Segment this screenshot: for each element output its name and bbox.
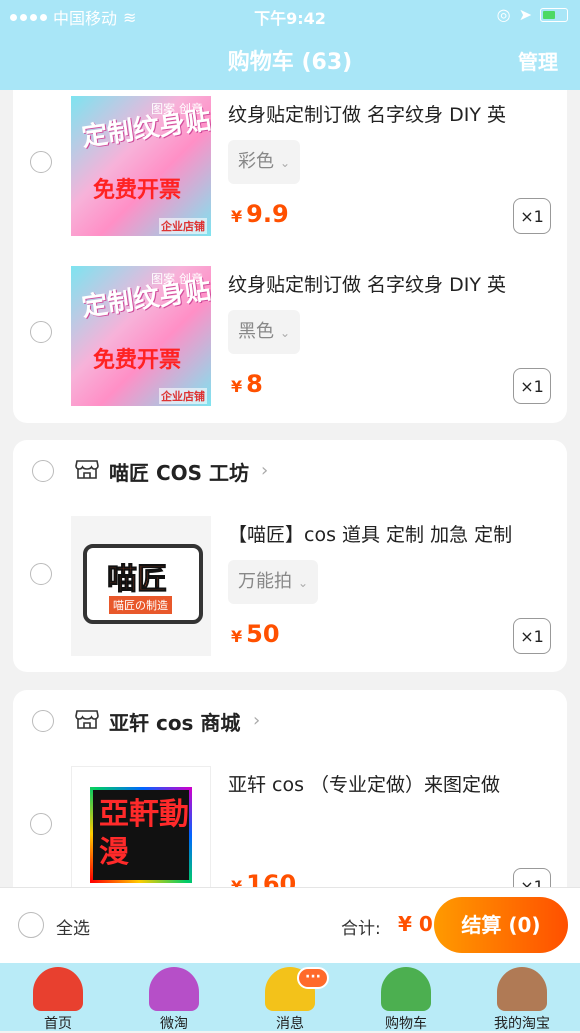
store-name[interactable]: 喵匠 COS 工坊 — [109, 457, 249, 486]
quantity-button[interactable]: ×1 — [513, 368, 551, 404]
select-all-checkbox[interactable] — [18, 912, 44, 938]
weitao-icon — [149, 967, 199, 1011]
store-icon — [75, 710, 99, 729]
quantity-button[interactable]: ×1 — [513, 868, 551, 887]
home-icon — [33, 967, 83, 1011]
product-title[interactable]: 【喵匠】cos 道具 定制 加急 定制 — [228, 520, 558, 547]
chevron-down-icon: ⌄ — [280, 156, 291, 170]
checkout-button[interactable]: 结算 (0) — [434, 897, 568, 953]
item-checkbox[interactable] — [30, 563, 52, 585]
chevron-right-icon: › — [253, 710, 261, 731]
price: ¥160 — [231, 870, 297, 887]
chevron-right-icon: › — [261, 460, 269, 481]
product-image[interactable]: 图案 创意 定制纹身贴 免费开票 企业店铺 — [71, 96, 211, 236]
sku-selector[interactable]: 彩色 ⌄ — [228, 140, 301, 184]
cart-item[interactable]: 图案 创意 定制纹身贴 免费开票 企业店铺 纹身贴定制订做 名字纹身 DIY 英… — [13, 266, 567, 416]
store-header[interactable]: 亚轩 cos 商城 › — [13, 690, 567, 750]
item-checkbox[interactable] — [30, 813, 52, 835]
status-time: 下午9:42 — [254, 9, 326, 28]
store-card: 图案 创意 定制纹身贴 免费开票 企业店铺 纹身贴定制订做 名字纹身 DIY 英… — [13, 90, 567, 423]
checkout-bar: 全选 合计: ¥ 0 结算 (0) — [0, 887, 580, 963]
store-card: 喵匠 COS 工坊 › 喵匠 喵匠の制造 【喵匠】cos 道具 定制 加急 定制… — [13, 440, 567, 672]
chevron-down-icon: ⌄ — [280, 326, 291, 340]
store-checkbox[interactable] — [32, 460, 54, 482]
cart-item[interactable]: 亞軒動漫 亚轩 cos （专业定做）来图定做 ¥160 ×1 — [13, 766, 567, 887]
tab-home[interactable]: 首页 — [0, 963, 116, 1032]
page-title: 购物车 (63) — [227, 50, 353, 75]
cart-item[interactable]: 图案 创意 定制纹身贴 免费开票 企业店铺 纹身贴定制订做 名字纹身 DIY 英… — [13, 96, 567, 246]
profile-icon — [497, 967, 547, 1011]
product-title[interactable]: 纹身贴定制订做 名字纹身 DIY 英 — [228, 100, 558, 127]
message-badge: ··· — [297, 967, 329, 989]
product-image[interactable]: 喵匠 喵匠の制造 — [71, 516, 211, 656]
product-title[interactable]: 亚轩 cos （专业定做）来图定做 — [228, 770, 558, 797]
store-name[interactable]: 亚轩 cos 商城 — [109, 707, 240, 736]
select-all-label[interactable]: 全选 — [56, 914, 90, 939]
cart-icon — [381, 967, 431, 1011]
item-checkbox[interactable] — [30, 151, 52, 173]
total-value: ¥ 0 — [398, 912, 433, 936]
sku-selector[interactable]: 万能拍 ⌄ — [228, 560, 319, 604]
location-icon: ➤ — [518, 5, 532, 24]
store-card: 亚轩 cos 商城 › 亞軒動漫 亚轩 cos （专业定做）来图定做 ¥160 … — [13, 690, 567, 887]
sku-selector[interactable]: 黑色 ⌄ — [228, 310, 301, 354]
item-checkbox[interactable] — [30, 321, 52, 343]
status-bar: 中国移动 ≋ 下午9:42 ◎ ➤ — [0, 0, 580, 30]
cart-list[interactable]: 图案 创意 定制纹身贴 免费开票 企业店铺 纹身贴定制订做 名字纹身 DIY 英… — [0, 90, 580, 887]
chevron-down-icon: ⌄ — [298, 576, 309, 590]
quantity-button[interactable]: ×1 — [513, 618, 551, 654]
store-icon — [75, 460, 99, 479]
header: 中国移动 ≋ 下午9:42 ◎ ➤ 购物车 (63) 管理 — [0, 0, 580, 90]
product-title[interactable]: 纹身贴定制订做 名字纹身 DIY 英 — [228, 270, 558, 297]
price: ¥8 — [231, 370, 263, 398]
price: ¥50 — [231, 620, 280, 648]
total-label: 合计: — [341, 919, 381, 939]
orientation-lock-icon: ◎ — [496, 5, 511, 24]
store-checkbox[interactable] — [32, 710, 54, 732]
price: ¥9.9 — [231, 200, 289, 228]
tab-weitao[interactable]: 微淘 — [116, 963, 232, 1032]
product-image[interactable]: 亞軒動漫 — [71, 766, 211, 887]
manage-button[interactable]: 管理 — [518, 46, 558, 75]
tab-messages[interactable]: ··· 消息 — [232, 963, 348, 1032]
tab-cart[interactable]: 购物车 — [348, 963, 464, 1032]
battery-icon — [540, 7, 568, 22]
product-image[interactable]: 图案 创意 定制纹身贴 免费开票 企业店铺 — [71, 266, 211, 406]
store-header[interactable]: 喵匠 COS 工坊 › — [13, 440, 567, 500]
quantity-button[interactable]: ×1 — [513, 198, 551, 234]
cart-item[interactable]: 喵匠 喵匠の制造 【喵匠】cos 道具 定制 加急 定制 万能拍 ⌄ ¥50 ×1 — [13, 516, 567, 666]
tab-bar: 首页 微淘 ··· 消息 购物车 我的淘宝 — [0, 963, 580, 1032]
tab-my-taobao[interactable]: 我的淘宝 — [464, 963, 580, 1032]
